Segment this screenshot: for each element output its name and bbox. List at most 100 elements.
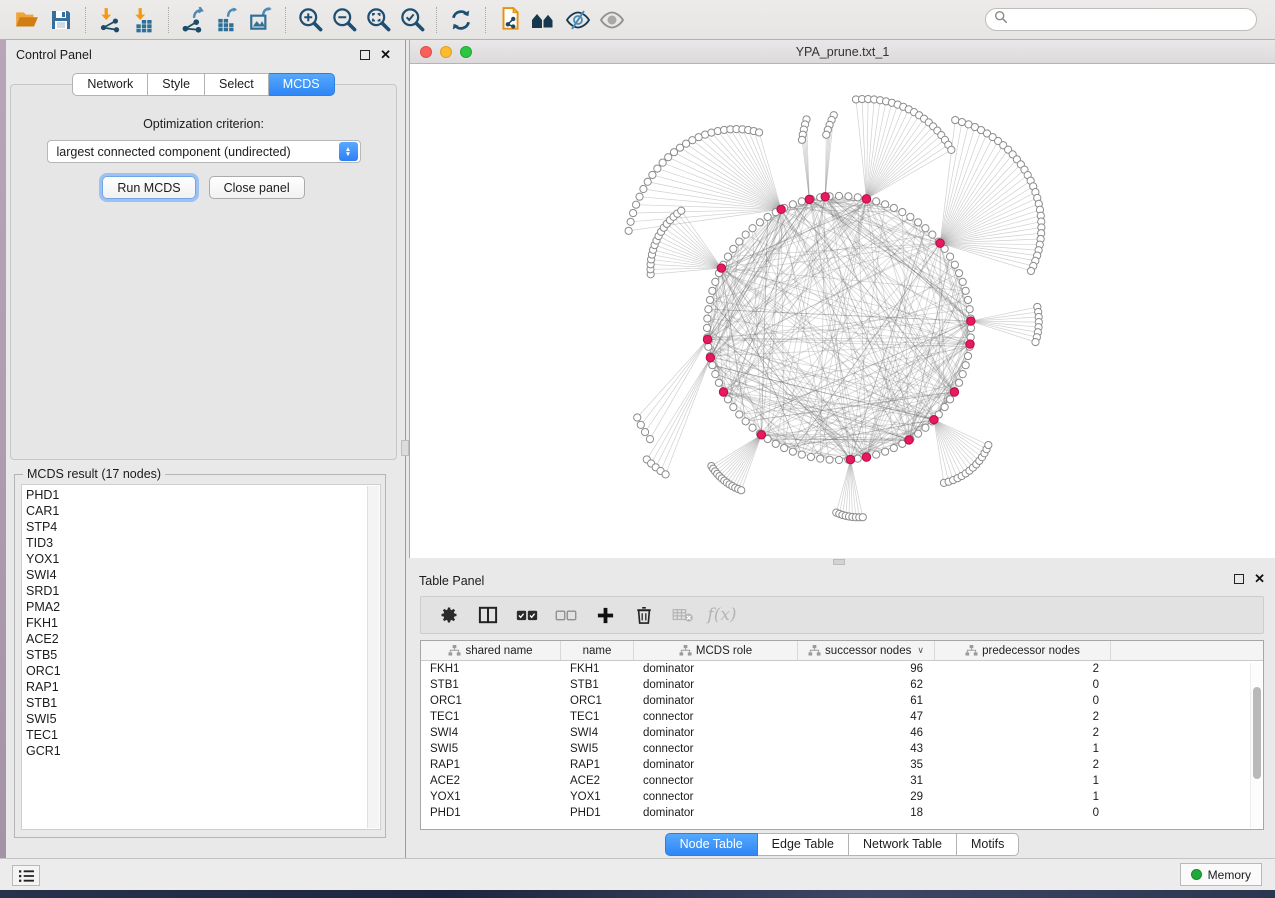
mcds-result-item[interactable]: SWI5 (26, 711, 380, 727)
sort-chevron-icon: ∨ (917, 645, 924, 656)
mcds-result-item[interactable]: PHD1 (26, 487, 380, 503)
mcds-result-item[interactable]: PMA2 (26, 599, 380, 615)
table-cell: 96 (798, 663, 935, 675)
export-table-icon[interactable] (210, 5, 244, 35)
first-neighbors-icon[interactable] (527, 5, 561, 35)
table-scrollbar-thumb[interactable] (1253, 687, 1261, 779)
mcds-result-item[interactable]: TID3 (26, 535, 380, 551)
column-header-mcds-role[interactable]: MCDS role (634, 641, 798, 660)
mcds-result-item[interactable]: STP4 (26, 519, 380, 535)
vertical-splitter[interactable] (401, 40, 409, 858)
table-cell: 0 (935, 807, 1111, 819)
optimization-criterion-select[interactable]: largest connected component (undirected)… (47, 140, 361, 163)
tab-motifs[interactable]: Motifs (957, 833, 1019, 856)
table-scrollbar[interactable] (1250, 663, 1262, 828)
table-row[interactable]: RAP1RAP1dominator352 (421, 757, 1263, 773)
export-network-icon[interactable] (176, 5, 210, 35)
column-header-successor-nodes[interactable]: successor nodes ∨ (798, 641, 935, 660)
deselect-all-icon[interactable] (551, 601, 581, 629)
table-row[interactable]: YOX1YOX1connector291 (421, 789, 1263, 805)
mcds-result-item[interactable]: RAP1 (26, 679, 380, 695)
table-cell: 2 (935, 711, 1111, 723)
tab-mcds[interactable]: MCDS (269, 73, 335, 96)
delete-column-icon[interactable] (629, 601, 659, 629)
table-tabs: Node Table Edge Table Network Table Moti… (409, 833, 1275, 856)
table-cell: 1 (935, 791, 1111, 803)
mcds-result-title: MCDS result (17 nodes) (23, 467, 165, 481)
column-header-shared-name[interactable]: shared name (421, 641, 561, 660)
mcds-result-item[interactable]: YOX1 (26, 551, 380, 567)
close-table-panel-icon[interactable]: ✕ (1254, 574, 1265, 584)
zoom-selected-icon[interactable] (395, 5, 429, 35)
show-columns-icon[interactable] (473, 601, 503, 629)
tab-select[interactable]: Select (205, 73, 269, 96)
mcds-result-item[interactable]: SWI4 (26, 567, 380, 583)
mcds-list-scrollbar[interactable] (367, 486, 379, 828)
mcds-result-item[interactable]: ORC1 (26, 663, 380, 679)
tab-style[interactable]: Style (148, 73, 205, 96)
search-input[interactable] (1013, 13, 1248, 27)
mcds-result-item[interactable]: GCR1 (26, 743, 380, 759)
show-eye-icon[interactable] (595, 5, 629, 35)
task-history-button[interactable] (12, 865, 40, 886)
table-cell: 1 (935, 743, 1111, 755)
add-column-icon[interactable] (590, 601, 620, 629)
open-icon[interactable] (10, 5, 44, 35)
column-header-name[interactable]: name (561, 641, 634, 660)
table-row[interactable]: ACE2ACE2connector311 (421, 773, 1263, 789)
float-table-panel-icon[interactable] (1234, 574, 1244, 584)
mcds-result-list[interactable]: PHD1CAR1STP4TID3YOX1SWI4SRD1PMA2FKH1ACE2… (21, 484, 381, 830)
import-table-icon[interactable] (127, 5, 161, 35)
zoom-in-icon[interactable] (293, 5, 327, 35)
tab-network[interactable]: Network (72, 73, 148, 96)
mcds-result-item[interactable]: STB1 (26, 695, 380, 711)
window-close-icon[interactable] (420, 46, 432, 58)
import-network-icon[interactable] (93, 5, 127, 35)
horizontal-splitter[interactable] (409, 558, 1275, 566)
mcds-result-item[interactable]: STB5 (26, 647, 380, 663)
tab-network-table[interactable]: Network Table (849, 833, 957, 856)
close-panel-icon[interactable]: ✕ (380, 50, 391, 60)
table-cell: 62 (798, 679, 935, 691)
save-icon[interactable] (44, 5, 78, 35)
zoom-fit-icon[interactable] (361, 5, 395, 35)
table-row[interactable]: ORC1ORC1dominator610 (421, 693, 1263, 709)
selected-criterion: largest connected component (undirected) (48, 145, 339, 159)
delete-table-icon (668, 601, 698, 629)
zoom-out-icon[interactable] (327, 5, 361, 35)
mcds-result-item[interactable]: TEC1 (26, 727, 380, 743)
select-all-icon[interactable] (512, 601, 542, 629)
horizontal-splitter-handle[interactable] (833, 559, 845, 565)
table-row[interactable]: PHD1PHD1dominator180 (421, 805, 1263, 821)
table-row[interactable]: TEC1TEC1connector472 (421, 709, 1263, 725)
mcds-result-item[interactable]: ACE2 (26, 631, 380, 647)
table-cell: 46 (798, 727, 935, 739)
memory-button[interactable]: Memory (1180, 863, 1262, 886)
network-canvas[interactable] (409, 64, 1275, 558)
table-settings-gear-icon[interactable] (434, 601, 464, 629)
table-row[interactable]: SWI4SWI4dominator462 (421, 725, 1263, 741)
run-mcds-button[interactable]: Run MCDS (102, 176, 195, 199)
vertical-splitter-handle[interactable] (401, 440, 409, 456)
search-box[interactable] (985, 8, 1257, 31)
network-document-icon[interactable] (493, 5, 527, 35)
hide-selected-eye-icon[interactable] (561, 5, 595, 35)
table-row[interactable]: FKH1FKH1dominator962 (421, 661, 1263, 677)
close-panel-button[interactable]: Close panel (209, 176, 305, 199)
float-panel-icon[interactable] (360, 50, 370, 60)
window-zoom-icon[interactable] (460, 46, 472, 58)
export-image-icon[interactable] (244, 5, 278, 35)
table-row[interactable]: SWI5SWI5connector431 (421, 741, 1263, 757)
table-cell: dominator (634, 663, 798, 675)
column-header-predecessor-nodes[interactable]: predecessor nodes (935, 641, 1111, 660)
mcds-result-item[interactable]: SRD1 (26, 583, 380, 599)
mcds-result-group: MCDS result (17 nodes) PHD1CAR1STP4TID3Y… (14, 474, 386, 838)
mcds-result-item[interactable]: FKH1 (26, 615, 380, 631)
window-minimize-icon[interactable] (440, 46, 452, 58)
mcds-result-item[interactable]: CAR1 (26, 503, 380, 519)
table-row[interactable]: STB1STB1dominator620 (421, 677, 1263, 693)
tab-edge-table[interactable]: Edge Table (758, 833, 849, 856)
refresh-icon[interactable] (444, 5, 478, 35)
tab-node-table[interactable]: Node Table (665, 833, 758, 856)
table-cell: dominator (634, 759, 798, 771)
